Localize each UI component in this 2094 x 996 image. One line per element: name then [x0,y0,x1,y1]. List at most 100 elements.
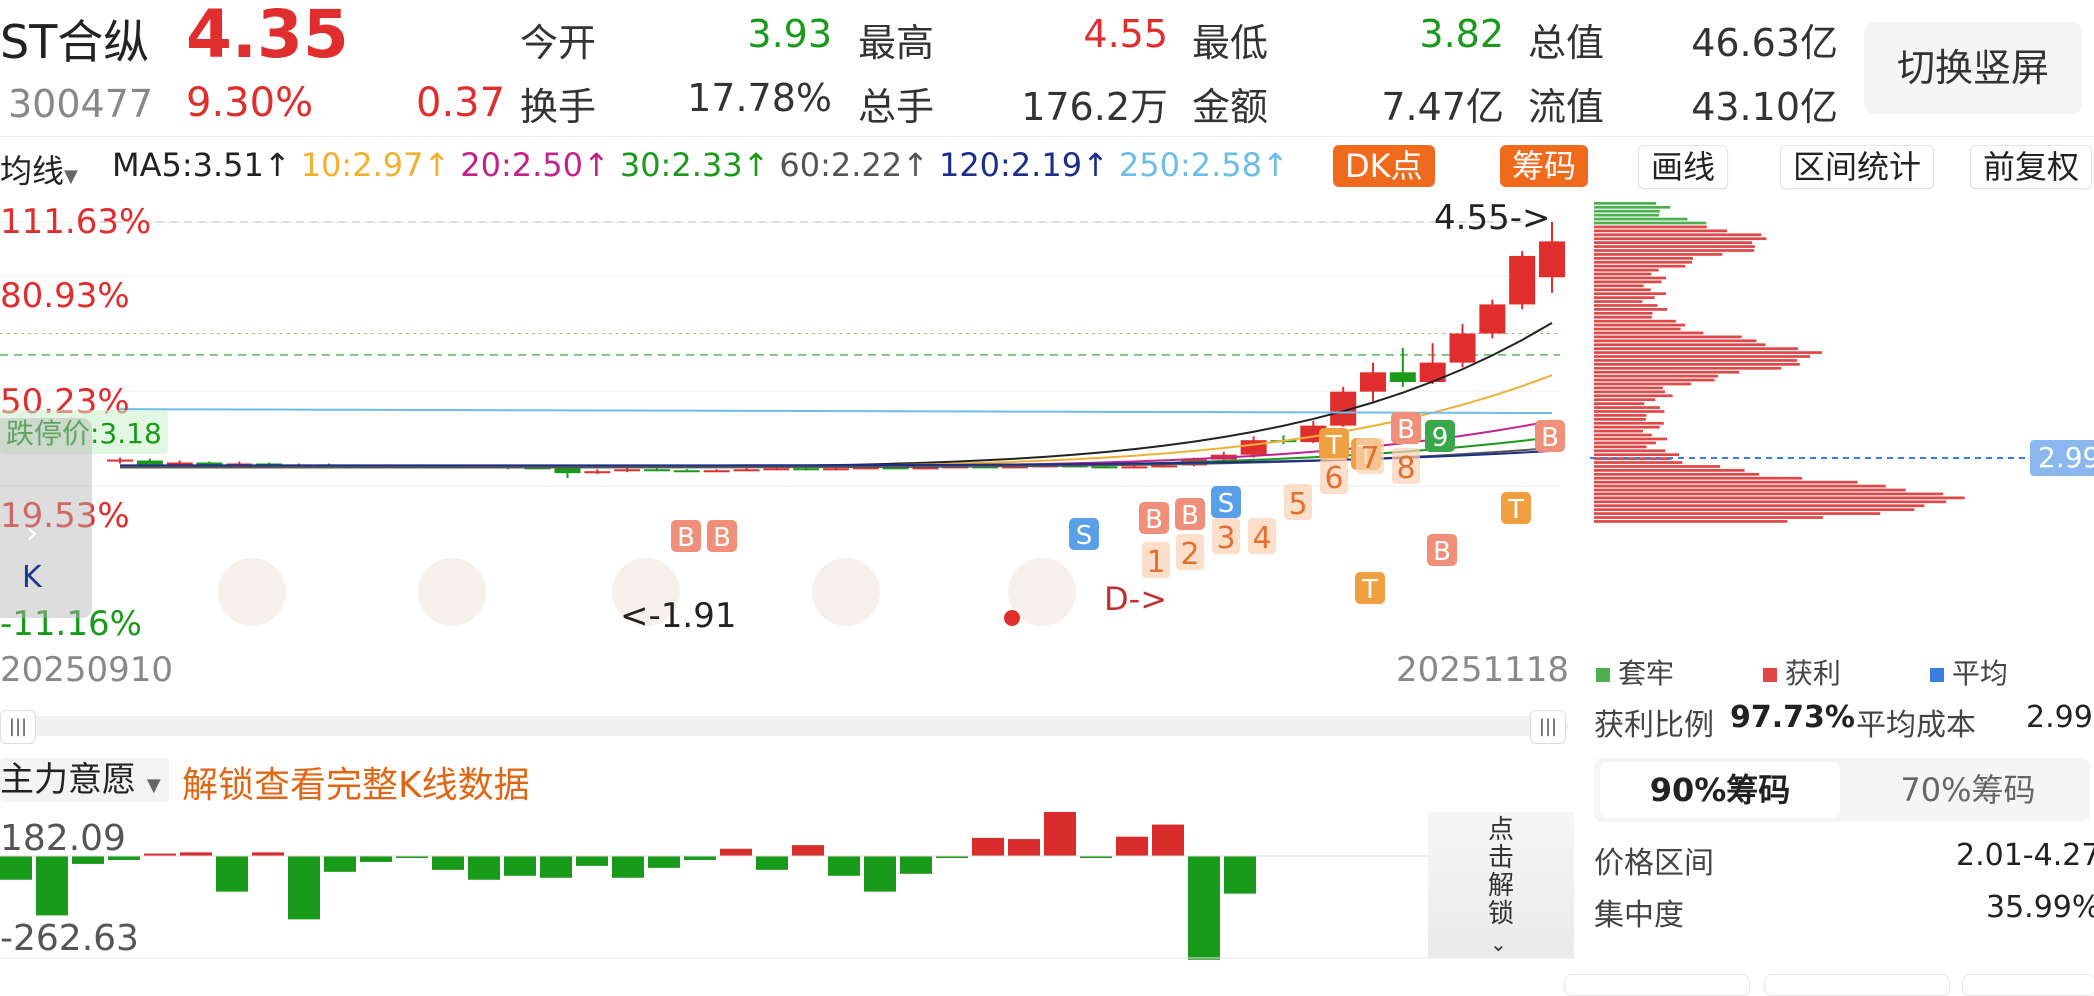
chip-bar [1594,213,1660,217]
chip-bar [1594,202,1657,205]
indicator-bar [792,845,824,856]
stat-value: 7.47亿 [1381,85,1504,129]
signal-number: 3 [1212,518,1240,556]
ma-selector[interactable]: 均线▼ [0,146,78,192]
ma-value-item: 60:2.22↑ [779,146,929,184]
chart-tool-button [812,558,880,626]
chip-bar [1594,406,1660,409]
indicator-bar [504,856,536,876]
chip-bar [1594,421,1664,425]
chip-bar [1594,327,1681,331]
range-slider-track[interactable] [0,716,1568,736]
ma-value-item: MA5:3.51↑ [112,146,291,184]
chip-bar [1594,300,1643,303]
chip-bar [1594,292,1666,296]
chip-bar [1594,394,1673,398]
chip-bar [1594,315,1652,319]
candle-body [1240,440,1267,455]
svg-text:2: 2 [1180,537,1199,572]
interval-stats-button[interactable]: 区间统计 [1780,145,1935,189]
profit-ratio-value: 97.73% [1730,700,1855,735]
candle-body [107,459,133,462]
chip-bar [1594,221,1707,225]
side-expand-tab[interactable]: › K [0,418,92,618]
indicator-y-top: 182.09 [0,818,126,859]
chip-bar [1594,402,1645,405]
tab-90-chip[interactable]: 90%筹码 [1600,762,1840,818]
dk-point-button[interactable]: DK点 [1333,145,1435,187]
avg-cost-label: 平均成本 [1856,708,1976,743]
signal-number: 6 [1320,458,1348,496]
switch-orientation-button[interactable]: 切换竖屏 [1864,22,2082,114]
bottom-card-left [1564,974,1750,996]
ma-selector-label: 均线 [0,152,65,190]
indicator-selector[interactable]: 主力意愿 ▼ [0,758,169,802]
chip-bar [1594,359,1798,362]
chevron-down-icon: ⌄ [1490,932,1507,956]
indicator-bar [216,856,248,892]
candle-body [703,470,730,473]
kline-chart[interactable]: BBSBBSTB9BTTBT12345678 [0,196,1580,641]
svg-text:S: S [1218,489,1235,519]
tab-70-chip[interactable]: 70%筹码 [1848,762,2088,818]
chip-bar [1594,347,1799,351]
stat-label: 金额 [1192,85,1269,129]
indicator-bar [684,856,716,860]
chip-bar [1594,256,1693,260]
svg-text:5: 5 [1288,487,1307,522]
candle-body [1121,466,1148,469]
chip-bar [1594,241,1753,244]
chip-bar [1594,217,1688,221]
chip-bar [1594,398,1656,402]
indicator-bar [1116,836,1148,856]
chevron-right-icon: › [26,516,38,551]
chip-bar [1594,249,1755,252]
chip-button[interactable]: 筹码 [1500,145,1589,187]
candle-body [1360,372,1386,392]
stock-name: ST合纵 [0,15,150,69]
chart-tool-button [218,558,286,626]
chip-bar [1594,480,1858,484]
forward-adjust-button[interactable]: 前复权 [1970,145,2093,189]
indicator-bar [864,856,896,892]
svg-text:B: B [1541,423,1559,453]
candle-body [644,469,670,472]
d-marker: D-> [1104,580,1167,618]
header-divider [0,136,2094,137]
signal-tag: B [1391,412,1421,445]
stat-label: 流值 [1528,85,1605,129]
stat-label: 换手 [520,85,597,129]
stat-label: 最高 [858,21,935,65]
stat-value: 176.2万 [1021,85,1168,129]
dropdown-caret-icon: ▼ [64,166,78,187]
range-slider-right-handle[interactable]: ||| [1530,710,1566,744]
chip-bar [1594,272,1652,276]
candle-body [673,470,700,473]
candle-body [1091,466,1118,469]
draw-line-button[interactable]: 画线 [1638,145,1729,189]
indicator-bar [36,856,68,916]
svg-text:8: 8 [1396,451,1415,486]
stat-value: 43.10亿 [1691,85,1838,129]
svg-text:T: T [1507,495,1524,525]
chip-bar [1594,429,1644,433]
end-date: 20251118 [1396,650,1570,690]
signal-tag: 9 [1425,420,1455,453]
indicator-bar [972,837,1004,856]
chip-bar [1594,433,1652,437]
unlock-link[interactable]: 解锁查看完整K线数据 [182,756,530,808]
candle-body [554,468,581,474]
candle-body [793,468,820,471]
unlock-button[interactable]: 点击解锁 ⌄ [1428,812,1574,958]
indicator-chart [0,812,1576,960]
candle-body [1419,362,1446,382]
signal-number: 5 [1284,484,1312,522]
chip-bar [1594,264,1686,268]
dropdown-caret-icon: ▼ [146,775,161,796]
chip-bar [1594,488,1906,492]
price-range-value: 2.01-4.27 [1956,838,2094,873]
chip-bar [1594,311,1653,315]
range-slider-left-handle[interactable]: ||| [0,710,36,744]
candle-body [1449,333,1476,363]
indicator-bar [576,856,608,866]
